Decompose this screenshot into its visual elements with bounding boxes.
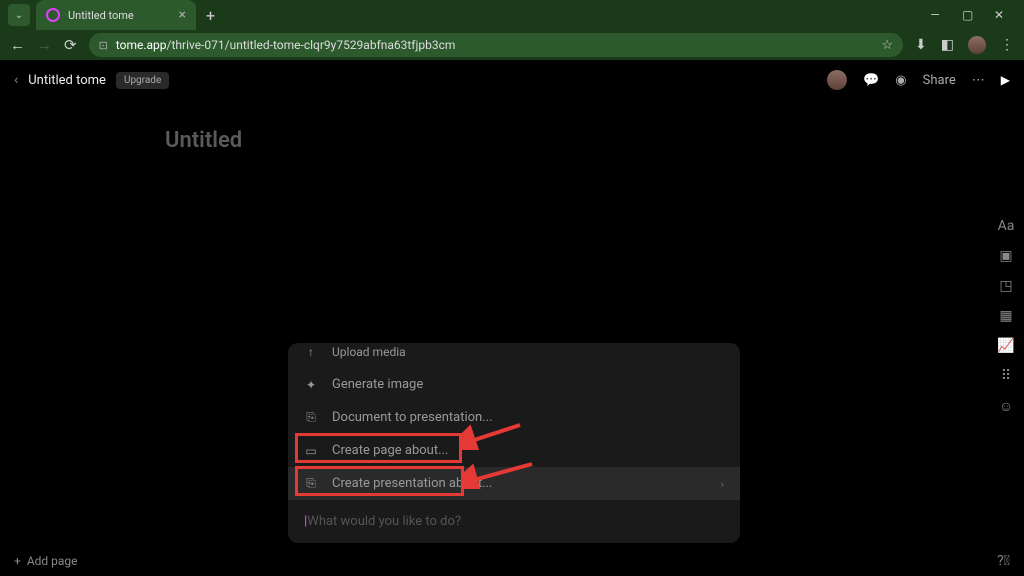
chart-tool-icon[interactable]: 📈: [997, 338, 1014, 354]
close-window-button[interactable]: ✕: [994, 8, 1004, 22]
tab-title: Untitled tome: [68, 9, 171, 22]
document-title[interactable]: Untitled tome: [28, 73, 106, 88]
profile-dropdown[interactable]: ⌄: [8, 4, 30, 26]
menu-item-generate-image[interactable]: ✦ Generate image: [288, 368, 740, 401]
close-tab-icon[interactable]: ×: [179, 7, 186, 23]
command-input[interactable]: |What would you like to do?: [288, 500, 740, 543]
shape-tool-icon[interactable]: ◳: [999, 278, 1012, 294]
browser-chrome: ⌄ Untitled tome × + — ▢ ✕ ← → ⟳ ⊡ tome.a…: [0, 0, 1024, 60]
window-controls: — ▢ ✕: [930, 8, 1016, 22]
maximize-button[interactable]: ▢: [962, 8, 972, 22]
theme-tool-icon[interactable]: ☺: [999, 398, 1013, 415]
share-button[interactable]: Share: [923, 73, 956, 88]
forward-button[interactable]: →: [37, 36, 52, 54]
plus-icon: +: [14, 554, 21, 568]
profile-avatar-icon[interactable]: [968, 36, 986, 54]
help-button[interactable]: ?⃝: [997, 553, 1010, 569]
chevron-right-icon: ›: [720, 477, 724, 491]
url-text: tome.app/thrive-071/untitled-tome-clqr9y…: [116, 38, 456, 52]
minimize-button[interactable]: —: [930, 8, 940, 22]
address-bar: ← → ⟳ ⊡ tome.app/thrive-071/untitled-tom…: [0, 30, 1024, 60]
reload-button[interactable]: ⟳: [64, 36, 77, 54]
url-input[interactable]: ⊡ tome.app/thrive-071/untitled-tome-clqr…: [89, 33, 903, 57]
tome-favicon: [46, 8, 60, 22]
menu-item-doc-to-presentation[interactable]: ⎘ Document to presentation...: [288, 401, 740, 434]
extensions-icon[interactable]: ◧: [941, 37, 954, 53]
menu-item-upload-media[interactable]: ↑ Upload media: [288, 343, 740, 368]
upgrade-button[interactable]: Upgrade: [116, 72, 169, 89]
record-icon[interactable]: ◉: [895, 73, 906, 88]
add-page-button[interactable]: + Add page: [14, 554, 78, 568]
tab-bar: ⌄ Untitled tome × + — ▢ ✕: [0, 0, 1024, 30]
new-tab-button[interactable]: +: [206, 6, 215, 25]
user-avatar[interactable]: [827, 70, 847, 90]
site-settings-icon[interactable]: ⊡: [99, 39, 108, 52]
bookmark-star-icon[interactable]: ☆: [881, 38, 893, 53]
presentation-icon: ⎘: [304, 476, 318, 491]
sparkle-icon: ✦: [304, 378, 318, 392]
more-menu-icon[interactable]: ⋯: [972, 73, 985, 88]
back-button[interactable]: ←: [10, 36, 25, 54]
browser-menu-icon[interactable]: ⋮: [1000, 37, 1014, 53]
bottom-bar: + Add page ?⃝: [0, 546, 1024, 576]
browser-tab[interactable]: Untitled tome ×: [36, 0, 196, 30]
apps-tool-icon[interactable]: ⠿: [1001, 368, 1011, 384]
comments-icon[interactable]: 💬: [863, 73, 879, 88]
browser-actions: ⬇ ◧ ⋮: [915, 36, 1014, 54]
page-title[interactable]: Untitled: [165, 128, 242, 153]
table-tool-icon[interactable]: ▦: [999, 308, 1012, 324]
right-toolbar: Aa ▣ ◳ ▦ 📈 ⠿ ☺: [988, 218, 1024, 415]
upload-icon: ↑: [304, 345, 318, 359]
menu-item-create-page[interactable]: ▭ Create page about...: [288, 434, 740, 467]
downloads-icon[interactable]: ⬇: [915, 37, 927, 53]
image-tool-icon[interactable]: ▣: [999, 248, 1012, 264]
command-menu: ↑ Upload media ✦ Generate image ⎘ Docume…: [288, 343, 740, 543]
text-tool-icon[interactable]: Aa: [998, 218, 1015, 234]
back-chevron-icon[interactable]: ‹: [14, 72, 18, 88]
app-header: ‹ Untitled tome Upgrade 💬 ◉ Share ⋯ ▶: [0, 60, 1024, 100]
header-right: 💬 ◉ Share ⋯ ▶: [827, 70, 1010, 90]
document-icon: ⎘: [304, 410, 318, 425]
page-icon: ▭: [304, 444, 318, 458]
present-button[interactable]: ▶: [1001, 73, 1010, 87]
menu-item-create-presentation[interactable]: ⎘ Create presentation about... ›: [288, 467, 740, 500]
